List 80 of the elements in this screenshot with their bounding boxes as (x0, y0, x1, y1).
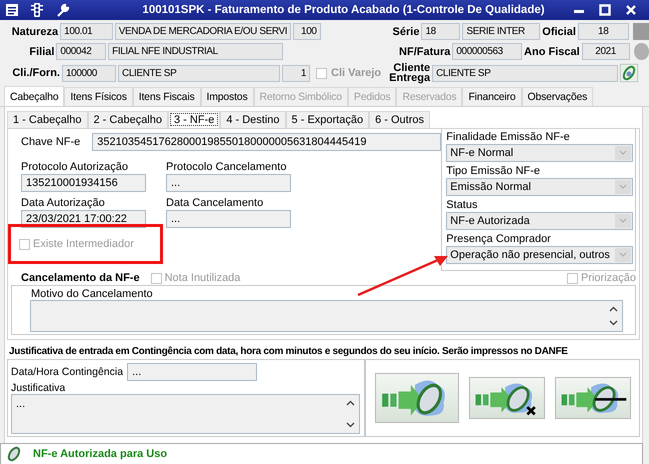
list-icon[interactable] (6, 4, 18, 16)
field-label: Data Autorização (21, 197, 106, 209)
close-icon[interactable] (625, 4, 637, 16)
field-label: Protocolo Autorização (21, 161, 130, 173)
checkbox-label: Priorização (580, 272, 636, 284)
maximize-icon[interactable] (599, 4, 611, 16)
input-field[interactable]: 18 (421, 23, 460, 40)
tab[interactable]: 5 - Exportação (286, 111, 370, 128)
input-field[interactable]: 000042 (56, 43, 106, 60)
ellipse-logo-icon[interactable] (620, 64, 638, 82)
chevron-down-icon[interactable] (609, 320, 618, 326)
field-label: Natureza (10, 26, 58, 38)
input-field[interactable]: 1 (282, 64, 310, 82)
tab[interactable]: 1 - Cabeçalho (7, 111, 88, 128)
field-label: Cli./Forn. (11, 67, 60, 79)
tab[interactable]: Cabeçalho (4, 86, 64, 106)
input-field[interactable]: 000000563 (452, 43, 522, 60)
field-label: Protocolo Cancelamento (166, 161, 288, 173)
chevron-down-icon (615, 146, 631, 160)
tab[interactable]: Itens Fiscais (132, 87, 200, 106)
chevron-up-icon[interactable] (609, 306, 618, 312)
field-label: Finalidade Emissão NF-e (446, 131, 571, 143)
input-field[interactable]: SERIE INTER (462, 23, 540, 40)
window-title: 100101SPK - Faturamento de Produto Acabado (1-Controle De Qualidade) (141, 4, 546, 16)
tab[interactable]: 6 - Outros (369, 111, 430, 128)
dropdown[interactable]: NF-e Autorizada (446, 212, 633, 230)
field-label: Tipo Emissão NF-e (446, 165, 542, 177)
tab[interactable]: Financeiro (462, 87, 522, 106)
input-field[interactable]: CLIENTE SP (118, 64, 280, 82)
field-label: Ano Fiscal (524, 46, 580, 58)
checkbox-label: Cli Varejo (331, 67, 382, 79)
field-label: Cliente Entrega (389, 63, 430, 83)
input-field[interactable]: 35210354517628000198550180000005631804445419 (92, 133, 442, 151)
input-field[interactable]: 100000 (62, 64, 116, 82)
field-label: Série (392, 26, 420, 38)
status-message: NF-e Autorizada para Uso (33, 448, 168, 460)
input-field[interactable]: CLIENTE SP (432, 64, 618, 82)
input-field[interactable]: VENDA DE MERCADORIA E/OU SERVI (114, 23, 292, 40)
checkbox-label: Nota Inutilizada (164, 272, 240, 284)
field-label: Status (446, 199, 478, 211)
field-label: Presença Comprador (446, 233, 552, 245)
input-field[interactable]: ... (127, 363, 258, 381)
dropdown[interactable]: Emissão Normal (446, 178, 633, 196)
field-label: Justificativa (11, 382, 66, 394)
chevron-down-icon (615, 248, 631, 262)
tab[interactable]: Itens Físicos (64, 87, 133, 106)
section-title: Justificativa de entrada em Contingência com data, hora com minutos e segundos do seu início. Serão impressos no DANFE (7, 340, 640, 360)
input-field[interactable]: 135210001934156 (21, 174, 146, 192)
tab[interactable]: 2 - Cabeçalho (88, 111, 168, 128)
field-label: Oficial (542, 26, 576, 38)
field-label: Chave NF-e (21, 136, 80, 148)
chevron-down-icon (615, 214, 631, 228)
input-field[interactable]: ... (166, 174, 291, 192)
traffic-light-icon[interactable] (30, 3, 44, 17)
field-label: Data/Hora Contingência (11, 366, 124, 378)
field-label: Motivo do Cancelamento (31, 288, 154, 300)
chevron-down-icon (615, 180, 631, 194)
dropdown[interactable]: Operação não presencial, outros (446, 246, 633, 264)
input-field[interactable]: 2021 (582, 43, 630, 60)
tab[interactable]: 4 - Destino (220, 111, 286, 128)
field-label: NF/Fatura (399, 46, 450, 58)
input-field[interactable]: 100.01 (60, 23, 113, 40)
input-field[interactable]: 18 (578, 23, 629, 40)
chevron-up-icon[interactable] (346, 400, 355, 406)
field-label: Filial (28, 46, 54, 58)
tab[interactable]: Observações (522, 87, 594, 106)
input-field[interactable]: FILIAL NFE INDUSTRIAL (108, 43, 284, 60)
ellipse-logo-icon (5, 446, 23, 462)
text-area[interactable]: ... (11, 394, 360, 434)
tab[interactable]: Impostos (200, 87, 254, 106)
tab[interactable]: 3 - NF-e (168, 111, 220, 128)
wrench-icon[interactable] (56, 3, 70, 17)
dropdown[interactable]: NF-e Normal (446, 144, 633, 162)
action-button[interactable] (554, 377, 630, 419)
checkbox-label: Existe Intermediador (33, 238, 134, 250)
section-title: Cancelamento da NF-e (21, 272, 140, 284)
input-field[interactable]: ... (166, 210, 291, 228)
input-field[interactable]: 100 (293, 23, 321, 40)
field-label: Data Cancelamento (166, 197, 264, 209)
chevron-down-icon[interactable] (346, 422, 355, 428)
